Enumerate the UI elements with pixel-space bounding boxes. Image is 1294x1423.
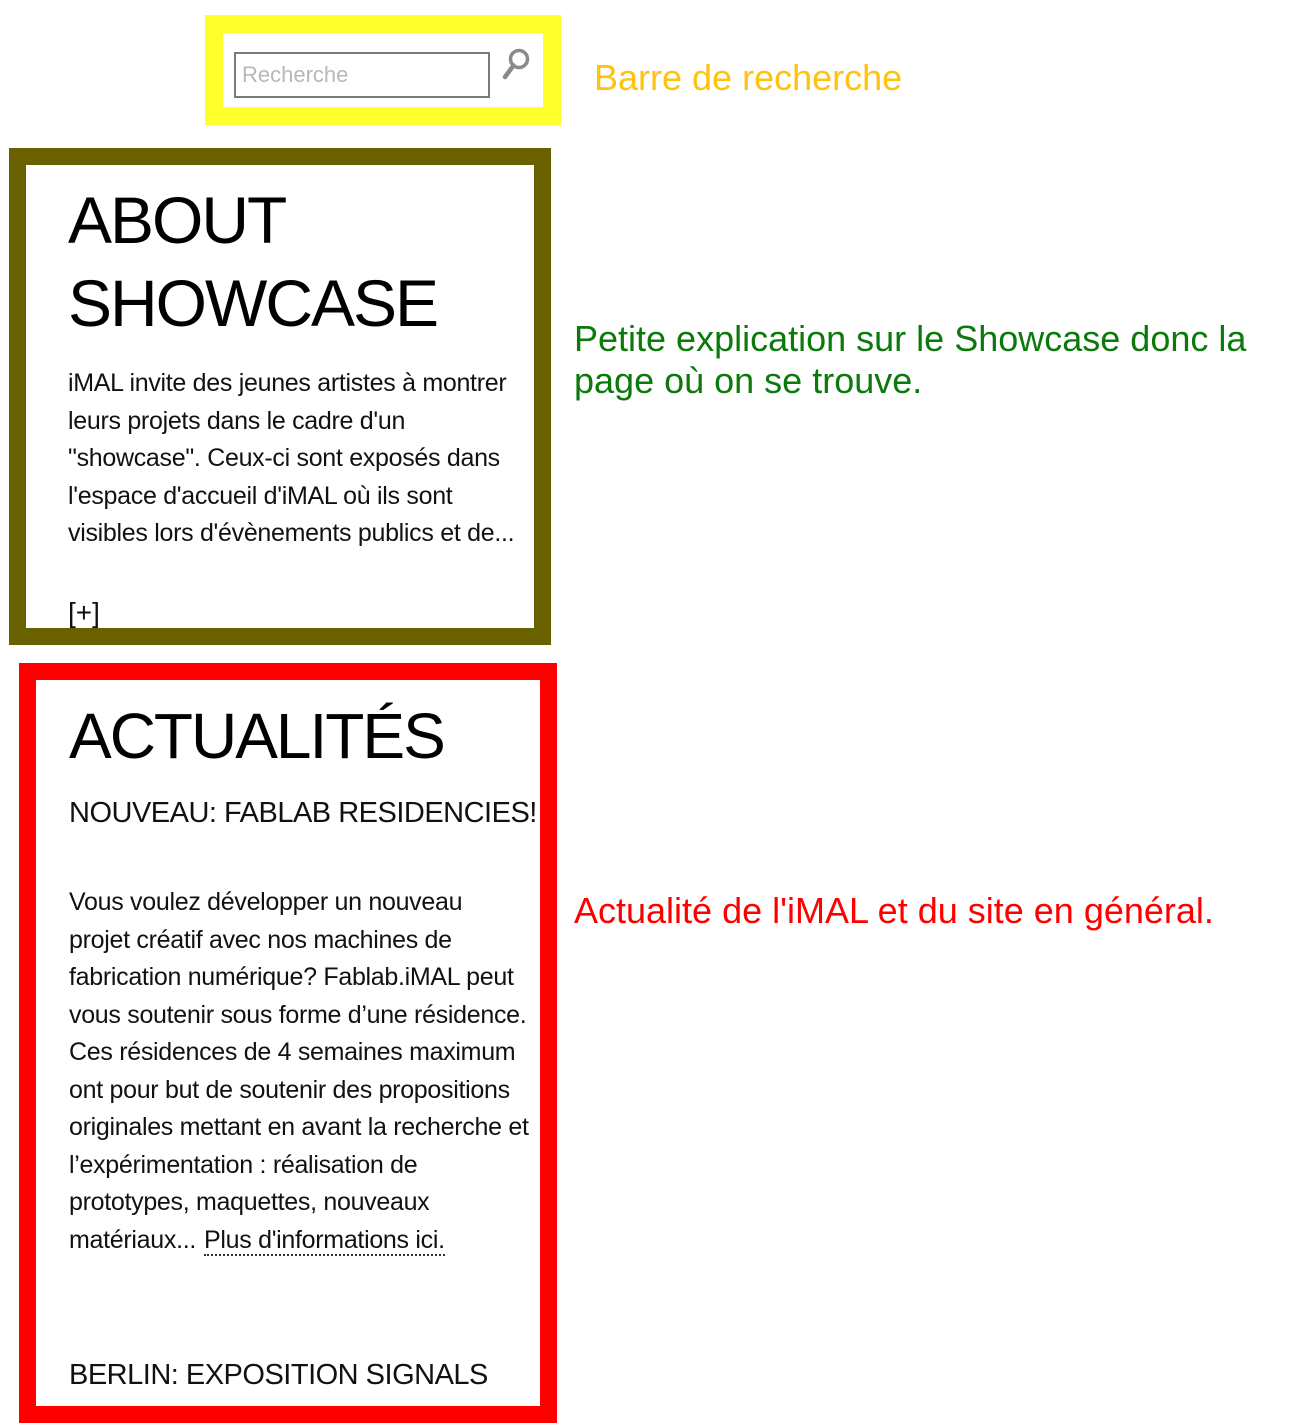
about-title-line1: ABOUT [68,183,287,257]
news-annotation: Actualité de l'iMAL et du site en généra… [574,890,1214,931]
about-title-line2: SHOWCASE [68,266,439,340]
news-item-title[interactable]: NOUVEAU: FABLAB RESIDENCIES! [69,792,539,834]
search-bar-highlight [205,15,561,125]
about-title: ABOUT SHOWCASE [68,179,439,345]
about-description: iMAL invite des jeunes artistes à montre… [68,369,515,547]
news-item-body: Vous voulez développer un nouveau projet… [69,888,529,1254]
magnifier-icon [502,48,530,80]
news-title: ACTUALITÉS [69,700,446,772]
news-item-text: Vous voulez développer un nouveau projet… [69,884,529,1259]
news-more-info-link[interactable]: Plus d'informations ici. [204,1225,445,1256]
about-annotation: Petite explication sur le Showcase donc … [574,318,1247,401]
search-input[interactable] [234,52,490,98]
about-showcase-panel: ABOUT SHOWCASE iMAL invite des jeunes ar… [9,148,551,645]
news-item-title[interactable]: BERLIN: EXPOSITION SIGNALS [69,1354,539,1396]
search-button[interactable] [499,47,533,87]
search-bar [223,33,543,107]
news-panel: ACTUALITÉS NOUVEAU: FABLAB RESIDENCIES! … [19,663,557,1423]
search-annotation: Barre de recherche [594,57,903,98]
about-more-link[interactable]: [+] [68,597,100,629]
